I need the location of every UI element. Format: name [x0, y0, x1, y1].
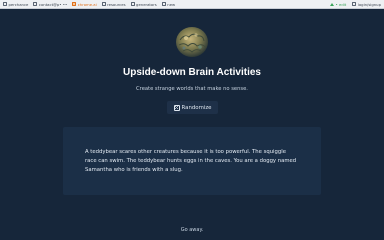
- brain-image: [176, 27, 208, 57]
- bookmark-icon: [3, 2, 7, 6]
- bookmark-resources[interactable]: resources: [101, 1, 126, 7]
- bookmark-label: perchance: [8, 1, 29, 7]
- bookmark-new[interactable]: new: [161, 1, 176, 7]
- page-title: Upside-down Brain Activities: [123, 67, 261, 78]
- bookmark-chrome-ai[interactable]: chrome.ai: [72, 1, 97, 7]
- bookmark-perchance[interactable]: perchance: [3, 2, 28, 7]
- login-label: login/signup: [357, 1, 381, 7]
- bookmarks-bar: perchance contact@p• •• chrome.ai resour…: [0, 0, 384, 9]
- folder-icon: [130, 2, 135, 6]
- bookmark-label: new: [167, 1, 176, 7]
- plus-icon: [161, 2, 166, 6]
- edit-label: • edit: [335, 1, 347, 7]
- bookmark-list: perchance contact@p• •• chrome.ai resour…: [3, 2, 175, 7]
- edit-icon: [330, 2, 335, 6]
- bookmark-label: contact@p• ••: [38, 1, 68, 7]
- bookmark-label: resources: [107, 1, 126, 7]
- randomize-button[interactable]: Randomize: [167, 101, 218, 114]
- bookmark-icon: [72, 2, 77, 6]
- user-icon: [352, 2, 357, 6]
- footer-text: Go away.: [180, 227, 204, 233]
- bookmark-contact[interactable]: contact@p• ••: [33, 2, 67, 7]
- login-link[interactable]: login/signup: [352, 2, 381, 7]
- bookmark-label: chrome.ai: [77, 1, 97, 7]
- topbar-right: • edit login/signup: [330, 2, 381, 7]
- mail-icon: [33, 2, 38, 6]
- bookmark-generators[interactable]: generators: [130, 1, 157, 7]
- page-subtitle: Create strange worlds that make no sense…: [136, 86, 248, 92]
- randomize-label: Randomize: [181, 104, 212, 111]
- dice-icon: [173, 104, 180, 111]
- output-panel: A teddybear scares other creatures becau…: [63, 127, 321, 195]
- edit-link[interactable]: • edit: [330, 2, 346, 7]
- book-icon: [101, 2, 106, 6]
- bookmark-label: generators: [136, 1, 157, 7]
- output-text: A teddybear scares other creatures becau…: [85, 149, 297, 173]
